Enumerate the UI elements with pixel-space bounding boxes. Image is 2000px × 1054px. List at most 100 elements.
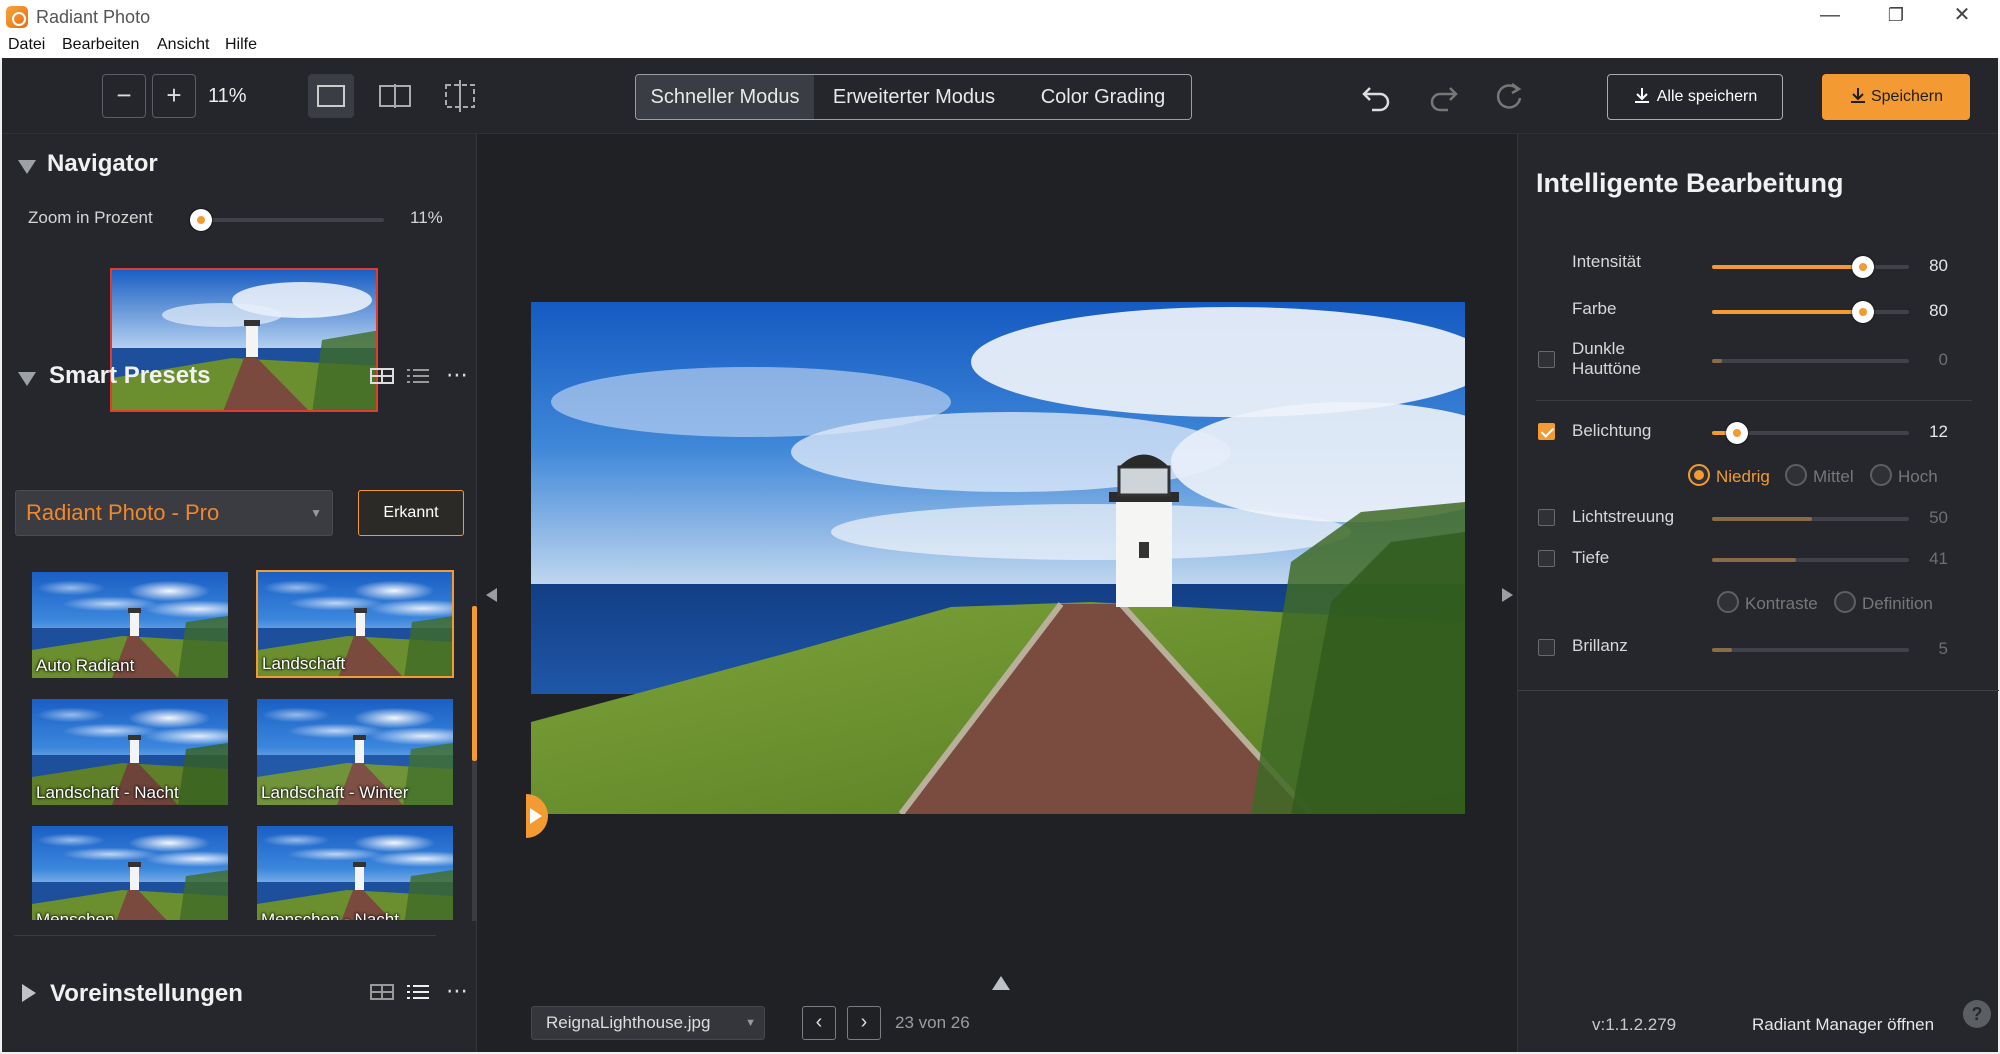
- dark-skin-slider[interactable]: [1712, 359, 1909, 363]
- dark-skin-checkbox[interactable]: [1538, 351, 1555, 368]
- undo-icon[interactable]: [1360, 78, 1394, 112]
- light-diffusion-value: 50: [1929, 508, 1948, 527]
- intensity-label: Intensität: [1572, 252, 1641, 271]
- tab-color-grading[interactable]: Color Grading: [1014, 75, 1191, 119]
- download-icon: [1633, 78, 1651, 103]
- lighthouse-photo-image: [531, 302, 1465, 814]
- voreinstellungen-title: Voreinstellungen: [50, 980, 243, 1007]
- redo-icon[interactable]: [1426, 78, 1460, 112]
- expand-voreinstellungen-icon[interactable]: [22, 984, 36, 1002]
- depth-label: Tiefe: [1572, 548, 1610, 567]
- preset-menschen-nacht[interactable]: Menschen - Nacht: [257, 826, 453, 920]
- exposure-checkbox[interactable]: [1538, 423, 1555, 440]
- navigator-thumbnail[interactable]: [110, 268, 378, 412]
- tab-erweiterter-modus[interactable]: Erweiterter Modus: [814, 75, 1014, 119]
- preset-thumbnail-image: [32, 862, 228, 920]
- navigator-title: Navigator: [47, 150, 158, 177]
- title-bar: Radiant Photo — ❐ ✕: [0, 0, 2000, 32]
- radio-mittel-label: Mittel: [1813, 467, 1854, 486]
- color-handle[interactable]: [1852, 301, 1874, 323]
- color-value: 80: [1929, 301, 1948, 320]
- brilliance-slider[interactable]: [1712, 648, 1909, 652]
- preset-menschen[interactable]: Menschen: [32, 826, 228, 920]
- intensity-handle[interactable]: [1852, 256, 1874, 278]
- brilliance-checkbox[interactable]: [1538, 639, 1555, 656]
- radio-definition[interactable]: [1834, 591, 1856, 613]
- radio-hoch-label: Hoch: [1898, 467, 1938, 486]
- single-view-icon: [317, 85, 345, 107]
- depth-value: 41: [1929, 549, 1948, 568]
- preset-pack-dropdown[interactable]: Radiant Photo - Pro ▼: [15, 490, 333, 536]
- section-divider: [14, 935, 436, 936]
- next-image-button[interactable]: ›: [847, 1006, 881, 1040]
- exposure-slider[interactable]: [1712, 422, 1909, 444]
- app-logo-icon: [6, 6, 28, 28]
- more-options-icon[interactable]: ⋯: [446, 362, 468, 388]
- preset-thumbnail-image: [257, 862, 453, 920]
- tab-schneller-modus[interactable]: Schneller Modus: [636, 75, 814, 119]
- download-icon: [1849, 77, 1867, 103]
- exposure-label: Belichtung: [1572, 421, 1652, 440]
- preset-label: Landschaft - Winter: [261, 783, 409, 802]
- radio-hoch[interactable]: [1870, 464, 1892, 486]
- navigator-zoom-handle[interactable]: [190, 209, 212, 231]
- exposure-handle[interactable]: [1726, 422, 1748, 444]
- save-button[interactable]: Speichern: [1822, 74, 1970, 120]
- preset-label: Auto Radiant: [36, 656, 135, 675]
- version-text: v:1.1.2.279: [1592, 1015, 1677, 1034]
- grid-view-icon[interactable]: [370, 366, 394, 386]
- light-diffusion-checkbox[interactable]: [1538, 509, 1555, 526]
- panel-divider: [1518, 690, 1999, 691]
- radio-kontraste-label: Kontraste: [1745, 594, 1818, 613]
- compare-view-icon: [445, 80, 475, 112]
- restore-button[interactable]: ❐: [1863, 0, 1929, 32]
- zoom-out-button[interactable]: −: [102, 74, 146, 118]
- reset-icon[interactable]: [1492, 78, 1526, 112]
- menu-ansicht[interactable]: Ansicht: [157, 36, 209, 54]
- radio-mittel[interactable]: [1785, 464, 1807, 486]
- preset-auto-radiant[interactable]: Auto Radiant: [32, 572, 228, 678]
- light-diffusion-slider[interactable]: [1712, 517, 1909, 521]
- split-view-icon: [379, 84, 411, 108]
- open-manager-link[interactable]: Radiant Manager öffnen: [1752, 1015, 1934, 1035]
- compare-view-button[interactable]: [437, 74, 483, 118]
- color-slider[interactable]: [1712, 301, 1909, 323]
- intensity-slider[interactable]: [1712, 256, 1909, 278]
- detected-button[interactable]: Erkannt: [358, 490, 464, 536]
- preset-landschaft[interactable]: Landschaft: [256, 570, 454, 678]
- file-dropdown[interactable]: ReignaLighthouse.jpg ▼: [531, 1006, 765, 1040]
- list-view-icon[interactable]: [406, 366, 430, 386]
- navigator-zoom-slider[interactable]: [190, 209, 384, 231]
- split-view-button[interactable]: [372, 74, 418, 118]
- depth-checkbox[interactable]: [1538, 550, 1555, 567]
- dark-skin-value: 0: [1938, 350, 1948, 369]
- collapse-smart-presets-icon[interactable]: [18, 372, 36, 386]
- grid-view-icon[interactable]: [370, 982, 394, 1002]
- zoom-in-button[interactable]: +: [152, 74, 196, 118]
- menu-datei[interactable]: Datei: [8, 36, 45, 54]
- radio-kontraste[interactable]: [1717, 591, 1739, 613]
- depth-slider[interactable]: [1712, 558, 1909, 562]
- menu-hilfe[interactable]: Hilfe: [225, 36, 257, 54]
- menu-bearbeiten[interactable]: Bearbeiten: [62, 36, 139, 54]
- zoom-value: 11%: [208, 85, 247, 107]
- preset-label: Landschaft: [262, 654, 346, 673]
- collapse-navigator-icon[interactable]: [18, 160, 36, 174]
- list-view-icon[interactable]: [406, 982, 430, 1002]
- expand-filmstrip-icon[interactable]: [992, 976, 1010, 990]
- collapse-left-panel-icon[interactable]: [486, 588, 497, 602]
- preset-label: Menschen: [36, 910, 115, 920]
- save-all-button[interactable]: Alle speichern: [1607, 74, 1783, 120]
- main-photo[interactable]: [531, 302, 1465, 814]
- collapse-right-panel-icon[interactable]: [1502, 588, 1513, 602]
- single-view-button[interactable]: [308, 74, 354, 118]
- zoom-label: Zoom in Prozent: [28, 208, 153, 227]
- preset-landschaft-winter[interactable]: Landschaft - Winter: [257, 699, 453, 805]
- more-options-icon[interactable]: ⋯: [446, 978, 468, 1004]
- minimize-button[interactable]: —: [1797, 0, 1863, 32]
- previous-image-button[interactable]: ‹: [802, 1006, 836, 1040]
- close-button[interactable]: ✕: [1929, 0, 1995, 32]
- help-icon[interactable]: ?: [1963, 1000, 1991, 1028]
- radio-niedrig[interactable]: [1688, 464, 1710, 486]
- preset-landschaft-nacht[interactable]: Landschaft - Nacht: [32, 699, 228, 805]
